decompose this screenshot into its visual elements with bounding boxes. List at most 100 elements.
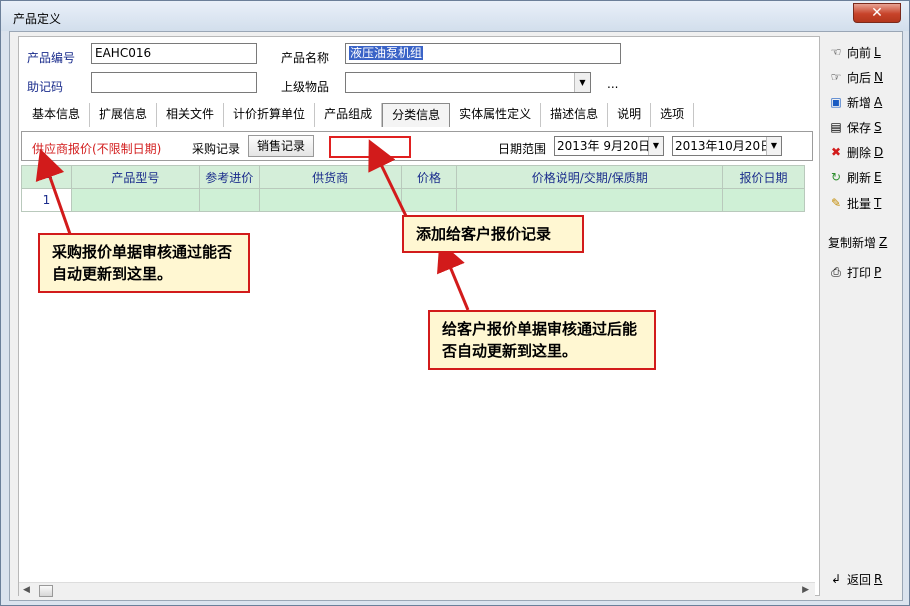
date-range-label: 日期范围 — [498, 142, 547, 156]
parent-item-browse[interactable]: ... — [607, 77, 618, 91]
tab-notes[interactable]: 说明 — [608, 103, 652, 127]
form-area: 产品编号 EAHC016 产品名称 液压油泵机组 助记码 上级物品 ▼ ... … — [18, 36, 820, 598]
sidebar-shortcut: N — [874, 70, 883, 84]
customer-quote-highlight — [329, 136, 411, 158]
sidebar-button-return[interactable]: ↲ 返回 R — [828, 569, 882, 589]
add-icon: ▣ — [830, 95, 842, 109]
sidebar-button-save[interactable]: ▤ 保存 S — [828, 117, 882, 137]
close-button[interactable]: ✕ — [853, 3, 901, 23]
purchase-records-link[interactable]: 采购记录 — [192, 140, 240, 157]
prev-icon: ☜ — [830, 45, 842, 59]
sidebar-button-delete[interactable]: ✖ 删除 D — [828, 142, 883, 162]
table-cell[interactable] — [198, 188, 260, 212]
sidebar-button-copy-add[interactable]: 复制新增 Z — [828, 232, 887, 252]
sidebar-shortcut: T — [874, 196, 882, 210]
tab-extended-info[interactable]: 扩展信息 — [90, 103, 158, 127]
callout-purchase-quote: 采购报价单据审核通过能否自动更新到这里。 — [38, 233, 250, 293]
sidebar-button-batch[interactable]: ✎ 批量 T — [828, 193, 881, 213]
column-header-index[interactable]: 一 — [21, 165, 72, 189]
column-header-ref-price[interactable]: 参考进价 — [198, 165, 260, 189]
tab-composition[interactable]: 产品组成 — [315, 103, 383, 127]
product-definition-window: 产品定义 ✕ 产品编号 EAHC016 产品名称 液压油泵机组 助记码 上级物品… — [0, 0, 910, 606]
sidebar-label: 复制新增 — [828, 235, 877, 250]
tab-basic-info[interactable]: 基本信息 — [23, 103, 91, 127]
date-from-value: 2013年 9月20日 — [557, 139, 651, 153]
scroll-right-icon[interactable]: ▶ — [802, 585, 809, 595]
column-header-supplier[interactable]: 供货商 — [258, 165, 402, 189]
product-code-label: 产品编号 — [27, 51, 76, 65]
sidebar-label: 保存 — [847, 120, 872, 135]
scroll-left-icon[interactable]: ◀ — [23, 585, 30, 595]
mnemonic-label: 助记码 — [27, 80, 64, 94]
callout-add-customer-quote: 添加给客户报价记录 — [402, 215, 584, 253]
delete-icon: ✖ — [830, 145, 842, 159]
table-row[interactable]: 1 — [21, 188, 805, 212]
product-code-input[interactable]: EAHC016 — [91, 43, 257, 64]
tab-description[interactable]: 描述信息 — [541, 103, 609, 127]
sidebar-label: 删除 — [847, 145, 872, 160]
product-name-input[interactable]: 液压油泵机组 — [345, 43, 621, 64]
product-name-label: 产品名称 — [281, 51, 330, 65]
parent-item-label: 上级物品 — [281, 80, 330, 94]
sidebar-shortcut: R — [874, 572, 883, 586]
title-bar[interactable]: 产品定义 ✕ — [1, 1, 909, 31]
scrollbar-thumb[interactable] — [39, 585, 53, 597]
sidebar-button-next[interactable]: ☞ 向后 N — [828, 67, 883, 87]
supplier-quote-grid[interactable]: 一 产品型号 参考进价 供货商 价格 价格说明/交期/保质期 报价日期 1 — [21, 165, 805, 212]
column-header-price[interactable]: 价格 — [400, 165, 458, 189]
sidebar-button-add[interactable]: ▣ 新增 A — [828, 92, 882, 112]
table-cell[interactable] — [722, 188, 805, 212]
table-cell[interactable] — [400, 188, 458, 212]
supplier-quote-link[interactable]: 供应商报价(不限制日期) — [32, 140, 161, 157]
sidebar-button-print[interactable]: ⎙ 打印 P — [828, 262, 881, 282]
print-icon: ⎙ — [831, 265, 841, 279]
tab-classification[interactable]: 分类信息 — [382, 103, 451, 127]
callout-customer-quote: 给客户报价单据审核通过后能否自动更新到这里。 — [428, 310, 656, 370]
sidebar-label: 打印 — [847, 265, 872, 280]
tab-related-files[interactable]: 相关文件 — [157, 103, 225, 127]
return-icon: ↲ — [830, 572, 842, 586]
sidebar-label: 新增 — [847, 95, 872, 110]
date-from-picker[interactable]: 2013年 9月20日 ▼ — [554, 136, 664, 156]
tab-options[interactable]: 选项 — [651, 103, 695, 127]
date-to-value: 2013年10月20日 — [675, 139, 773, 153]
sidebar-label: 向前 — [847, 45, 872, 60]
next-icon: ☞ — [830, 70, 842, 84]
table-cell[interactable]: 1 — [21, 188, 72, 212]
chevron-down-icon[interactable]: ▼ — [648, 137, 663, 155]
horizontal-scrollbar[interactable]: ◀ ▶ — [19, 582, 815, 598]
sidebar-shortcut: P — [874, 265, 882, 279]
table-cell[interactable] — [258, 188, 402, 212]
sidebar-shortcut: D — [874, 145, 884, 159]
sidebar-label: 返回 — [847, 572, 872, 587]
column-header-model[interactable]: 产品型号 — [70, 165, 200, 189]
mnemonic-input[interactable] — [91, 72, 257, 93]
tab-pricing-unit[interactable]: 计价折算单位 — [224, 103, 316, 127]
tab-strip: 基本信息 扩展信息 相关文件 计价折算单位 产品组成 分类信息 实体属性定义 描… — [23, 103, 695, 127]
column-header-price-notes[interactable]: 价格说明/交期/保质期 — [456, 165, 724, 189]
sidebar-label: 向后 — [847, 70, 872, 85]
sidebar-label: 批量 — [847, 196, 872, 211]
table-cell[interactable] — [456, 188, 724, 212]
chevron-down-icon[interactable]: ▼ — [574, 73, 590, 92]
tab-panel: 供应商报价(不限制日期) 采购记录 销售记录 日期范围 2013年 9月20日 … — [21, 129, 817, 589]
sidebar-shortcut: S — [874, 120, 882, 134]
sidebar-shortcut: L — [874, 45, 881, 59]
sales-records-button[interactable]: 销售记录 — [248, 135, 314, 157]
sidebar-shortcut: Z — [879, 235, 888, 249]
refresh-icon: ↻ — [830, 170, 842, 184]
sidebar-button-prev[interactable]: ☜ 向前 L — [828, 42, 881, 62]
batch-icon: ✎ — [830, 196, 842, 210]
parent-item-combo[interactable]: ▼ — [345, 72, 591, 93]
save-icon: ▤ — [830, 120, 842, 134]
window-title: 产品定义 — [13, 12, 62, 26]
sidebar-shortcut: E — [874, 170, 882, 184]
chevron-down-icon[interactable]: ▼ — [766, 137, 781, 155]
column-header-quote-date[interactable]: 报价日期 — [722, 165, 805, 189]
sidebar-button-refresh[interactable]: ↻ 刷新 E — [828, 167, 882, 187]
product-name-value: 液压油泵机组 — [349, 46, 424, 60]
sidebar-label: 刷新 — [847, 170, 872, 185]
date-to-picker[interactable]: 2013年10月20日 ▼ — [672, 136, 782, 156]
table-cell[interactable] — [70, 188, 200, 212]
tab-entity-attributes[interactable]: 实体属性定义 — [450, 103, 542, 127]
